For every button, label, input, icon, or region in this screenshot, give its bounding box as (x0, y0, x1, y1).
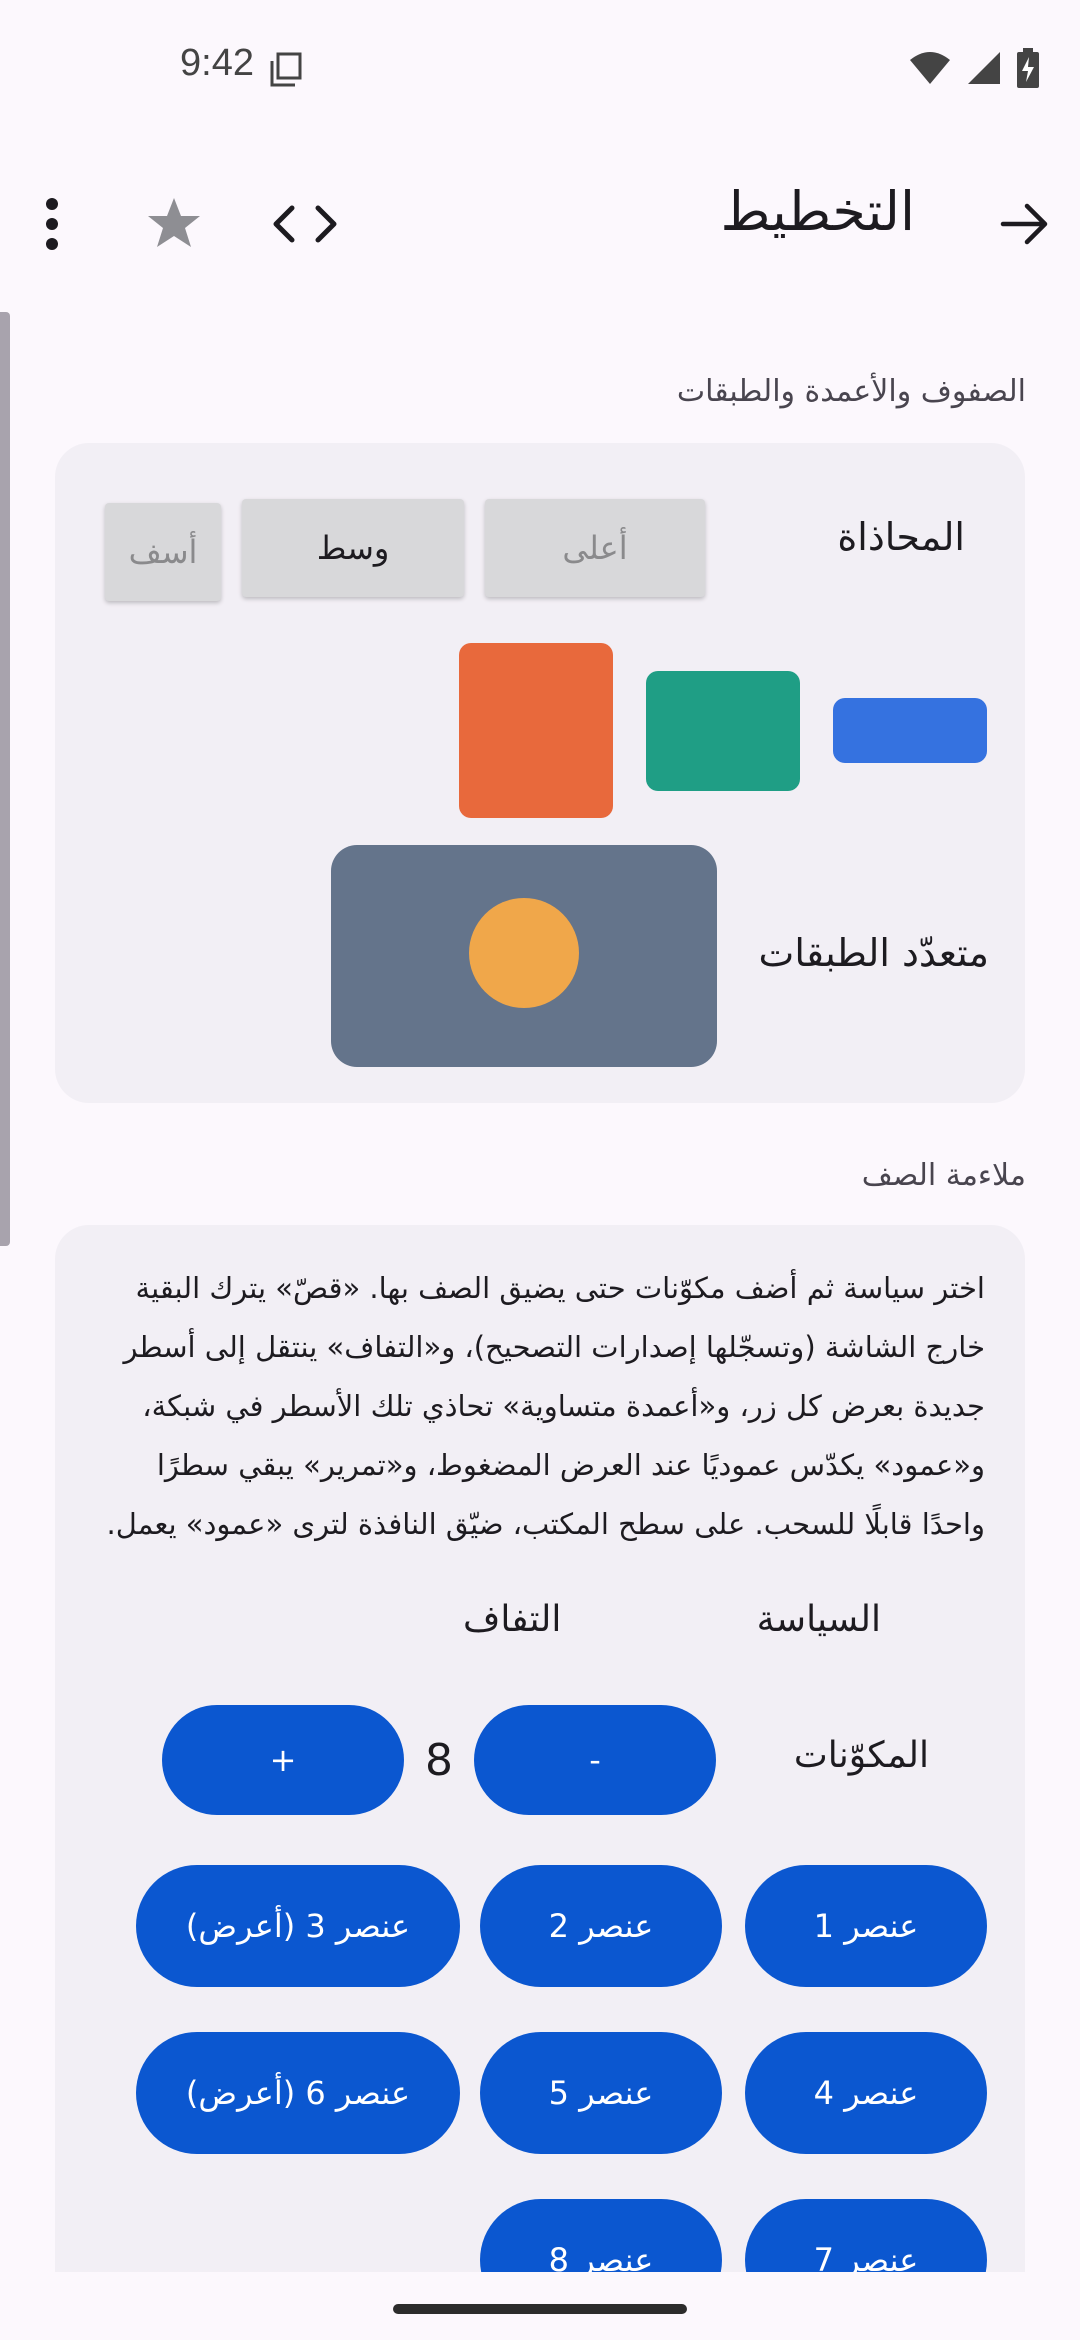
item-button[interactable]: عنصر 1 (745, 1865, 987, 1987)
signal-icon (966, 50, 1002, 90)
app-bar: التخطيط (0, 160, 1080, 290)
demo-box-green (646, 671, 800, 791)
demo-box-orange (459, 643, 613, 818)
item-button[interactable]: عنصر 5 (480, 2032, 722, 2154)
component-count: 8 (425, 1735, 453, 1786)
alignment-label: المحاذاة (837, 515, 965, 559)
star-icon[interactable] (146, 196, 202, 254)
multilayer-dot (469, 898, 579, 1008)
status-icons (908, 48, 1040, 92)
policy-label: السياسة (756, 1599, 881, 1640)
scroll-indicator[interactable] (0, 312, 10, 1246)
screenshot-icon (268, 52, 304, 92)
align-center-button[interactable]: وسط (242, 499, 464, 597)
back-arrow-icon[interactable] (994, 194, 1054, 254)
demo-box-blue (833, 698, 987, 763)
increment-button[interactable]: + (162, 1705, 404, 1815)
status-time: 9:42 (180, 42, 254, 84)
page-title: التخطيط (720, 180, 915, 243)
code-icon[interactable] (272, 202, 338, 250)
align-bottom-button[interactable]: أسف (105, 503, 221, 601)
row-fit-description: اختر سياسة ثم أضف مكوّنات حتى يضيق الصف … (106, 1271, 985, 1541)
decrement-button[interactable]: - (474, 1705, 716, 1815)
screen: 9:42 التخطيط الصفوف والأعمدة والطبقات ال… (0, 0, 1080, 2340)
multilayer-label: متعدّد الطبقات (758, 931, 989, 975)
section-title-rows-columns: الصفوف والأعمدة والطبقات (676, 374, 1026, 409)
item-button[interactable]: عنصر 3 (أعرض) (136, 1865, 460, 1987)
item-button[interactable]: عنصر 2 (480, 1865, 722, 1987)
status-bar: 9:42 (0, 0, 1080, 140)
section-title-row-fit: ملاءمة الصف (861, 1158, 1026, 1193)
item-button[interactable]: عنصر 4 (745, 2032, 987, 2154)
item-button[interactable]: عنصر 6 (أعرض) (136, 2032, 460, 2154)
components-label: المكوّنات (793, 1735, 929, 1776)
align-top-button[interactable]: أعلى (485, 499, 705, 597)
gesture-handle[interactable] (393, 2304, 687, 2314)
battery-icon (1016, 48, 1040, 92)
wifi-icon (908, 50, 952, 90)
policy-dropdown[interactable]: التفاف (463, 1599, 561, 1640)
more-vert-icon[interactable] (42, 196, 62, 256)
row-fit-card: اختر سياسة ثم أضف مكوّنات حتى يضيق الصف … (55, 1225, 1025, 2340)
rows-columns-card: المحاذاة أعلى وسط أسف متعدّد الطبقات (55, 443, 1025, 1103)
